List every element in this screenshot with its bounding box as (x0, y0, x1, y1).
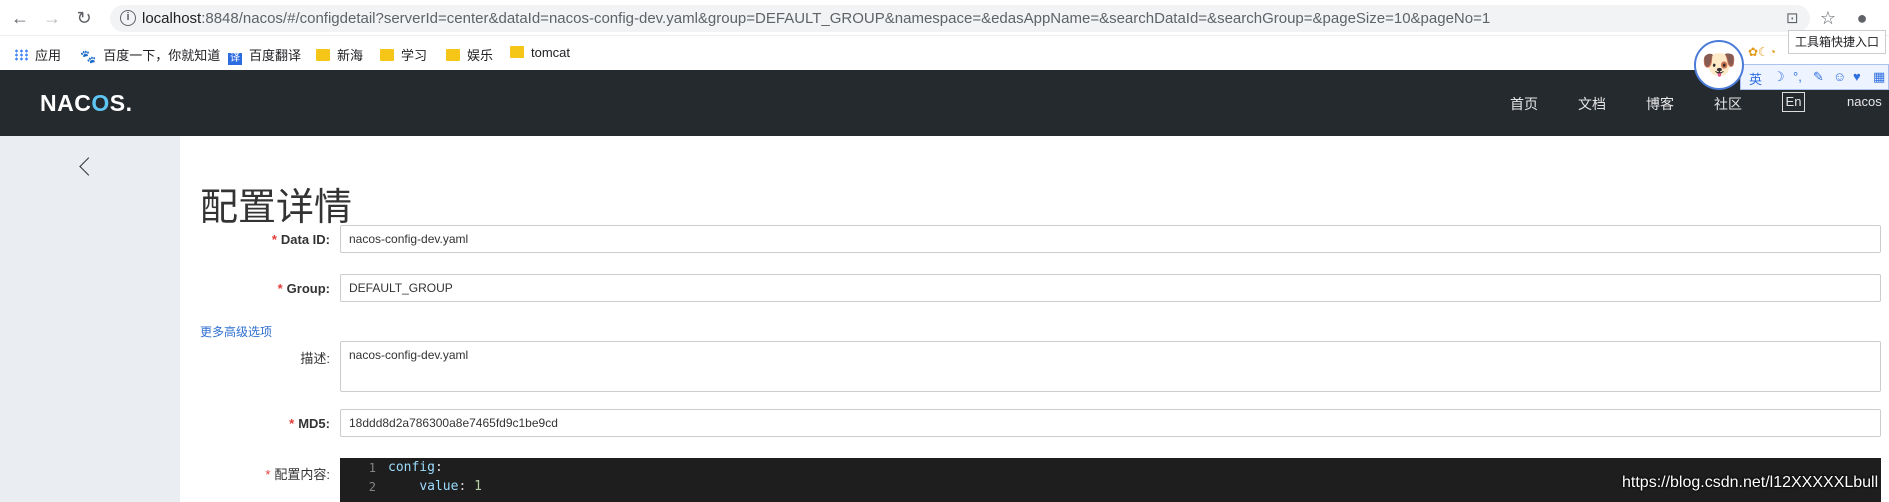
toolbox-tooltip: 工具箱快捷入口 (1788, 30, 1886, 54)
extension-mini-icons[interactable]: ✿☾◔ (1748, 45, 1776, 59)
punctuation-icon[interactable]: °, (1793, 69, 1802, 84)
bookmark-folder-study[interactable]: 学习 (380, 45, 427, 64)
bookmark-baidu[interactable]: 🐾 百度一下，你就知道 (80, 45, 220, 64)
back-arrow-icon[interactable]: ← (8, 6, 32, 30)
bookmark-folder-tomcat[interactable]: tomcat (510, 45, 570, 60)
watermark: https://blog.csdn.net/l12XXXXXLbull (1622, 474, 1879, 491)
wrench-icon[interactable]: ✎ (1813, 69, 1824, 85)
browser-toolbar: ← → ↻ i localhost:8848/nacos/#/configdet… (0, 0, 1889, 36)
content-label: * 配置内容: (265, 467, 330, 482)
group-field[interactable]: DEFAULT_GROUP (340, 274, 1881, 302)
line-number: 2 (368, 480, 376, 494)
url-path: :8848/nacos/#/configdetail?serverId=cent… (201, 10, 1491, 27)
apps-grid-icon (14, 49, 28, 61)
code-line[interactable]: value: 1 (388, 479, 482, 494)
md5-label: * MD5: (289, 416, 330, 431)
chevron-left-icon[interactable] (79, 157, 98, 176)
nav-docs[interactable]: 文档 (1578, 94, 1606, 114)
address-bar[interactable]: i localhost:8848/nacos/#/configdetail?se… (110, 5, 1810, 32)
reload-icon[interactable]: ↻ (72, 6, 96, 30)
line-number: 1 (368, 461, 376, 475)
extension-mascot-avatar[interactable]: 🐶 (1694, 40, 1744, 90)
top-navigation: NACOS. 首页 文档 博客 社区 En nacos (0, 70, 1889, 136)
translate-icon: 译 (228, 53, 242, 65)
sidebar (0, 136, 180, 502)
nav-blog[interactable]: 博客 (1646, 94, 1674, 114)
site-info-icon[interactable]: i (120, 10, 136, 26)
translate-page-icon[interactable]: ⊡ (1786, 9, 1799, 27)
description-label: 描述: (300, 351, 330, 366)
bookmark-star-icon[interactable]: ☆ (1816, 6, 1840, 30)
shirt-icon[interactable]: ♥ (1853, 69, 1861, 84)
folder-icon (380, 49, 394, 61)
nav-home[interactable]: 首页 (1510, 94, 1538, 114)
description-field[interactable]: nacos-config-dev.yaml (340, 341, 1881, 392)
group-label: * Group: (277, 281, 330, 296)
advanced-options-link[interactable]: 更多高级选项 (200, 323, 272, 340)
user-name[interactable]: nacos (1847, 94, 1882, 109)
folder-icon (316, 49, 330, 61)
data-id-label: * Data ID: (271, 232, 330, 247)
md5-field[interactable]: 18ddd8d2a786300a8e7465fd9c1be9cd (340, 409, 1881, 437)
bookmark-baidu-translate[interactable]: 译百度翻译 (228, 45, 301, 65)
grid-menu-icon[interactable]: ▦ (1873, 69, 1885, 85)
account-icon[interactable]: ● (1850, 6, 1874, 30)
bookmarks-bar: 应用 🐾 百度一下，你就知道 译百度翻译 新海 学习 娱乐 tomcat (0, 36, 1889, 70)
nacos-logo[interactable]: NACOS. (40, 90, 132, 117)
data-id-field[interactable]: nacos-config-dev.yaml (340, 225, 1881, 253)
config-detail-form: 配置详情 * Data ID: nacos-config-dev.yaml * Gr… (180, 136, 1889, 502)
folder-icon (510, 46, 524, 58)
bookmark-folder-entertainment[interactable]: 娱乐 (446, 45, 493, 64)
moon-icon[interactable]: ☽ (1773, 69, 1785, 85)
bookmark-apps[interactable]: 应用 (14, 45, 61, 64)
code-line[interactable]: config: (388, 460, 443, 475)
english-toggle[interactable]: 英 (1749, 69, 1762, 88)
smiley-icon[interactable]: ☺ (1833, 69, 1846, 84)
folder-icon (446, 49, 460, 61)
extension-panel[interactable]: 英 ☽ °, ✎ ☺ ♥ ▦ (1740, 64, 1889, 90)
url-text[interactable]: localhost:8848/nacos/#/configdetail?serv… (142, 10, 1490, 27)
forward-arrow-icon[interactable]: → (40, 6, 64, 30)
language-toggle[interactable]: En (1782, 92, 1805, 112)
bookmark-folder-xinhai[interactable]: 新海 (316, 45, 363, 64)
url-host: localhost (142, 10, 202, 27)
nav-community[interactable]: 社区 (1714, 94, 1742, 114)
baidu-paw-icon: 🐾 (80, 49, 97, 64)
page-title: 配置详情 (200, 187, 353, 229)
